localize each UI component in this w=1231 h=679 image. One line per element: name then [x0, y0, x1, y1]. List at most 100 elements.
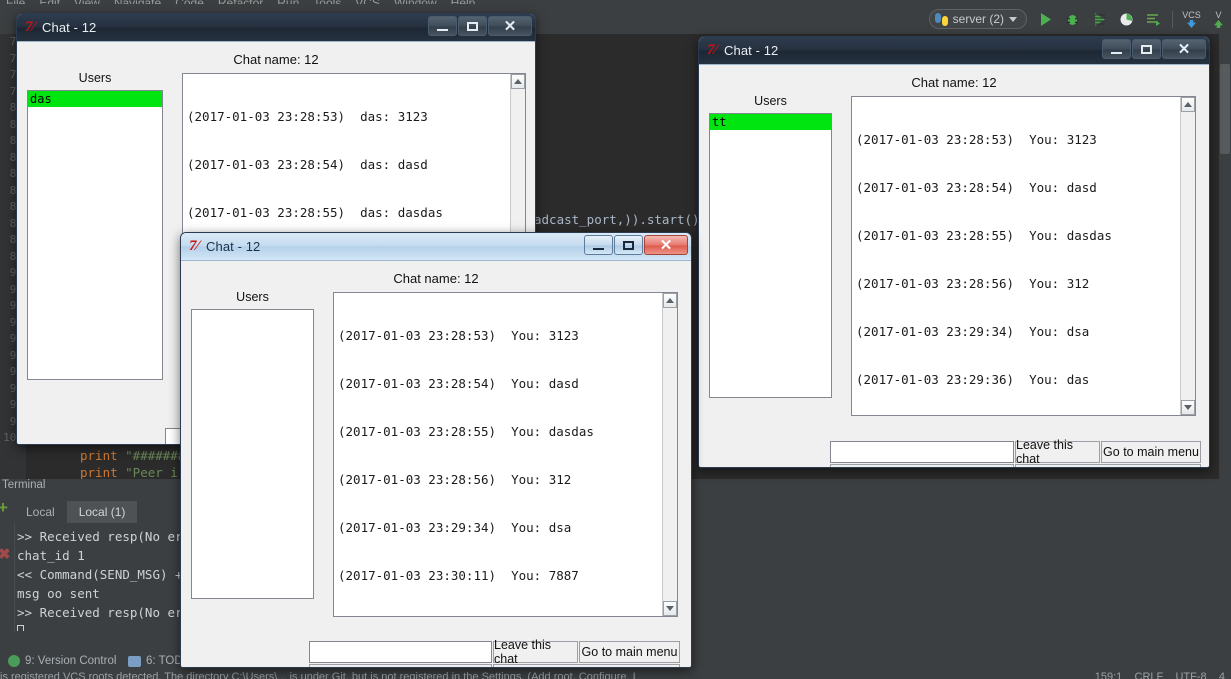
message-line: (2017-01-03 23:29:36) You: das	[856, 372, 1090, 387]
terminal-tab-local-1[interactable]: Local (1)	[66, 501, 138, 523]
run-coverage-icon[interactable]	[1091, 11, 1108, 28]
status-version-control-label: 9: Version Control	[25, 655, 117, 667]
debug-icon[interactable]	[1064, 11, 1081, 28]
scroll-up-button[interactable]	[1181, 97, 1195, 112]
maximize-button[interactable]	[614, 235, 643, 255]
window-controls[interactable]: ✕	[584, 235, 688, 255]
window-body: Chat name: 12 Users (2017-01-03 23:28:53…	[181, 261, 691, 667]
maximize-button[interactable]	[458, 16, 487, 36]
toolbar-divider	[1172, 10, 1173, 28]
go-to-main-menu-button[interactable]: Go to main menu	[1101, 441, 1201, 463]
messages-scrollbar[interactable]	[1180, 97, 1195, 415]
users-label: Users	[236, 290, 269, 304]
run-configuration-selector[interactable]: server (2)	[928, 9, 1027, 29]
profile-icon[interactable]	[1118, 11, 1135, 28]
scroll-up-button[interactable]	[511, 74, 525, 89]
window-controls[interactable]: ✕	[428, 16, 532, 36]
window-controls[interactable]: ✕	[1102, 39, 1206, 59]
users-list[interactable]: das	[27, 90, 163, 380]
vcs-update-icon[interactable]: VCS	[1182, 9, 1201, 28]
status-encoding: UTF-8	[1175, 671, 1207, 679]
editor-scrollbar[interactable]	[1219, 34, 1231, 479]
code-line: print "#######	[80, 448, 186, 463]
leave-chat-button[interactable]: Leave this chat	[1015, 438, 1100, 466]
spacer-button	[493, 664, 680, 667]
messages-panel: (2017-01-03 23:28:53) You: 3123 (2017-01…	[851, 96, 1196, 416]
title-bar[interactable]: 7⁄ Chat - 12 ✕	[181, 233, 691, 261]
terminal-add-icon[interactable]: +	[0, 499, 8, 516]
scroll-down-button[interactable]	[1181, 400, 1195, 415]
scroll-down-button[interactable]	[663, 601, 677, 616]
title-bar[interactable]: 7⁄ Chat - 12 ✕	[17, 14, 535, 42]
message-line: (2017-01-03 23:28:54) das: dasd	[187, 157, 428, 172]
users-list[interactable]: tt	[709, 113, 832, 398]
chat-window-right[interactable]: 7⁄ Chat - 12 ✕ Chat name: 12 Users tt (2…	[698, 36, 1210, 468]
messages-list[interactable]: (2017-01-03 23:28:53) You: 3123 (2017-01…	[851, 96, 1196, 416]
status-message: is registered VCS roots detected. The di…	[0, 671, 636, 679]
code-line: adcast_port,)).start()	[534, 212, 700, 227]
run-configuration-label: server (2)	[952, 12, 1004, 26]
leave-chat-button[interactable]: Leave this chat	[493, 638, 578, 666]
go-to-main-menu-button[interactable]: Go to main menu	[579, 641, 680, 663]
run-with-console-icon[interactable]	[1145, 11, 1162, 28]
chat-name-label: Chat name: 12	[393, 271, 479, 286]
chat-window-front-center[interactable]: 7⁄ Chat - 12 ✕ Chat name: 12 Users (2017…	[180, 232, 692, 668]
scroll-up-button[interactable]	[663, 293, 677, 308]
vcs-commit-label: V	[1215, 9, 1222, 20]
users-panel: Users das	[22, 71, 168, 391]
terminal-tab-local[interactable]: Local	[14, 501, 67, 523]
message-line: (2017-01-03 23:28:53) You: 3123	[856, 132, 1097, 147]
run-icon[interactable]	[1037, 11, 1054, 28]
message-line: (2017-01-03 23:28:54) You: dasd	[338, 376, 579, 391]
users-list[interactable]	[191, 309, 314, 599]
list-item[interactable]: tt	[710, 114, 831, 130]
close-button[interactable]: ✕	[1162, 39, 1206, 59]
terminal-title: Terminal	[2, 479, 46, 491]
terminal-tabs[interactable]: Local Local (1)	[14, 499, 138, 523]
chevron-down-icon	[1009, 16, 1017, 22]
spacer-button	[1015, 464, 1201, 467]
editor-scrollbar-thumb[interactable]	[1220, 64, 1230, 154]
messages-list[interactable]: (2017-01-03 23:28:53) You: 3123 (2017-01…	[333, 292, 678, 617]
message-input[interactable]	[830, 441, 1014, 463]
messages-scrollbar[interactable]	[662, 293, 677, 616]
status-line-separator: CRLF	[1134, 671, 1164, 679]
message-line: (2017-01-03 23:28:56) You: 312	[856, 276, 1090, 291]
minimize-button[interactable]	[1102, 39, 1131, 59]
window-title: Chat - 12	[724, 43, 779, 58]
version-control-icon	[8, 655, 20, 667]
send-msg-button[interactable]: Send msg	[309, 664, 492, 667]
python-icon	[934, 12, 948, 26]
minimize-button[interactable]	[428, 16, 457, 36]
status-version-control[interactable]: 9: Version Control	[8, 655, 116, 667]
message-line: (2017-01-03 23:29:34) You: dsa	[856, 324, 1090, 339]
message-line: (2017-01-03 23:28:56) You: 312	[338, 472, 572, 487]
minimize-button[interactable]	[584, 235, 613, 255]
title-bar[interactable]: 7⁄ Chat - 12 ✕	[699, 37, 1209, 65]
users-label: Users	[78, 71, 112, 85]
screen: File Edit View Navigate Code Refactor Ru…	[0, 0, 1231, 679]
vcs-label: VCS	[1182, 9, 1201, 20]
message-line: (2017-01-03 23:29:34) You: dsa	[338, 520, 572, 535]
message-input[interactable]	[309, 641, 492, 663]
chat-name-label: Chat name: 12	[911, 75, 997, 90]
todo-icon	[128, 655, 141, 667]
vcs-commit-icon[interactable]: V	[1210, 9, 1227, 28]
chat-name-label: Chat name: 12	[233, 52, 319, 67]
terminal-close-icon[interactable]: ✖	[0, 545, 11, 563]
window-title: Chat - 12	[206, 239, 261, 254]
messages-panel: (2017-01-03 23:28:53) You: 3123 (2017-01…	[333, 292, 678, 617]
close-button[interactable]: ✕	[644, 235, 688, 255]
send-msg-button[interactable]: Send msg	[830, 464, 1014, 467]
code-line: print "Peer i	[80, 465, 178, 479]
users-panel: Users tt	[704, 94, 837, 416]
close-button[interactable]: ✕	[488, 16, 532, 36]
maximize-button[interactable]	[1132, 39, 1161, 59]
list-item[interactable]: das	[28, 91, 162, 107]
tk-logo-icon: 7⁄	[707, 42, 718, 58]
message-line: (2017-01-03 23:28:55) das: dasdas	[187, 205, 443, 220]
users-panel: Users	[186, 290, 319, 617]
window-title: Chat - 12	[42, 20, 97, 35]
message-line: (2017-01-03 23:28:54) You: dasd	[856, 180, 1097, 195]
tk-logo-icon: 7⁄	[25, 19, 36, 35]
